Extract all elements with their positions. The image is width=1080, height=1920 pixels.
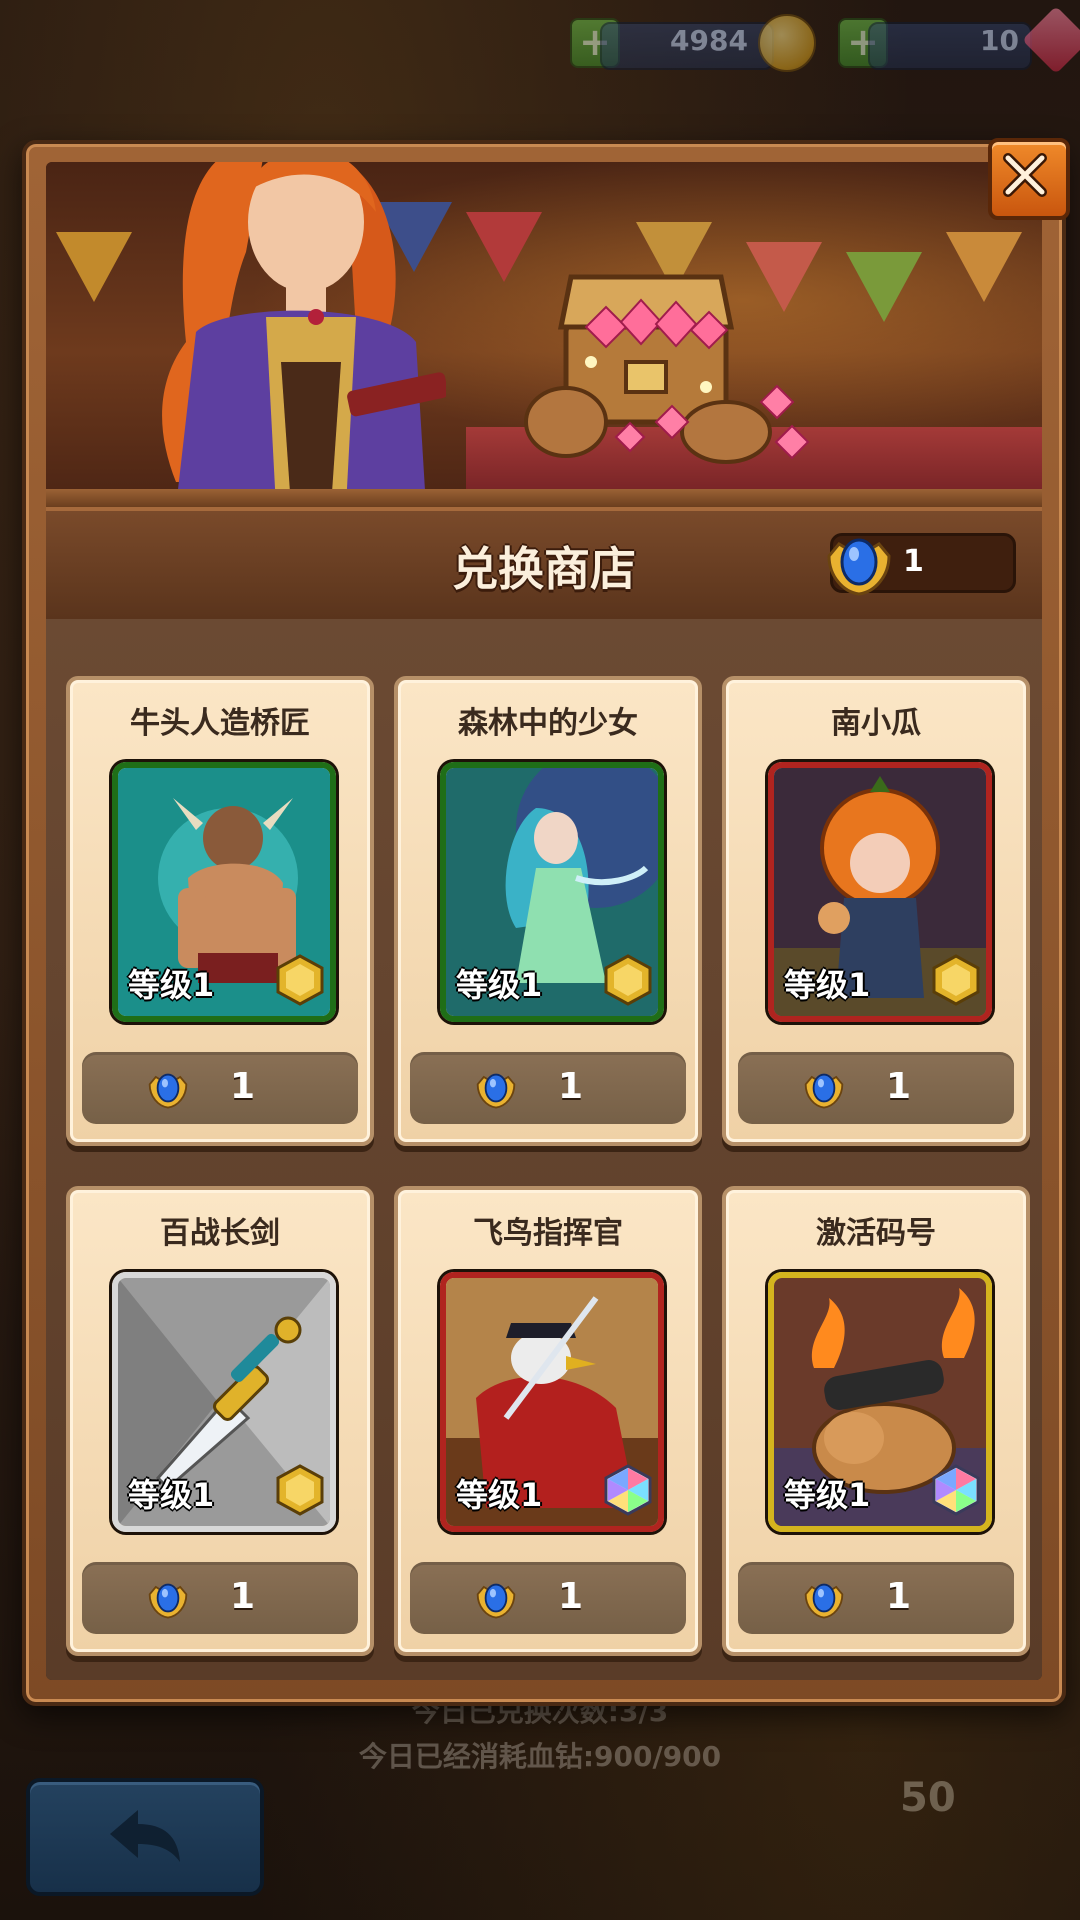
- rarity-badge: [276, 1464, 324, 1520]
- card-price: 1: [230, 1066, 256, 1107]
- price-currency: [802, 1066, 846, 1114]
- blue-badge-icon: [148, 1583, 188, 1619]
- card-price: 1: [886, 1576, 912, 1617]
- bunting-flag: [846, 252, 922, 322]
- shelf-beam: [46, 489, 1042, 507]
- badge-count: 1: [903, 544, 924, 579]
- gold-rarity-icon: [604, 954, 652, 1006]
- buy-button[interactable]: 1: [410, 1562, 686, 1634]
- card-name: 森林中的少女: [458, 706, 638, 741]
- blue-badge-icon: [804, 1583, 844, 1619]
- buy-button[interactable]: 1: [82, 1562, 358, 1634]
- close-icon: [1003, 153, 1047, 197]
- back-arrow-icon: [110, 1810, 180, 1862]
- exchange-shop-modal: 兑换商店 1 牛头人造桥匠 等级1 1 森林中的少女 等级1 1 南小瓜 等级1 1 百战长剑 等级…: [22, 140, 1066, 1706]
- badge-balance: 1: [827, 533, 1016, 596]
- shop-card[interactable]: 激活码号等级1 1: [722, 1186, 1030, 1656]
- card-price: 1: [558, 1066, 584, 1107]
- card-name: 百战长剑: [160, 1216, 280, 1251]
- card-level: 等级1: [128, 966, 215, 1004]
- blue-badge-icon: [476, 1073, 516, 1109]
- card-portrait[interactable]: 等级1: [112, 1272, 336, 1532]
- rarity-badge: [932, 1464, 980, 1520]
- bunting-flag: [946, 232, 1022, 302]
- blue-badge-icon: [827, 538, 891, 596]
- gold-rarity-icon: [276, 1464, 324, 1516]
- buy-button[interactable]: 1: [738, 1562, 1014, 1634]
- gems-value: 10: [980, 24, 1019, 57]
- rarity-badge: [276, 954, 324, 1010]
- card-price: 1: [230, 1576, 256, 1617]
- card-level: 等级1: [784, 966, 871, 1004]
- card-level: 等级1: [784, 1476, 871, 1514]
- blue-badge-icon: [476, 1583, 516, 1619]
- gold-rarity-icon: [276, 954, 324, 1006]
- card-name: 激活码号: [816, 1216, 936, 1251]
- card-name: 南小瓜: [831, 706, 921, 741]
- gold-rarity-icon: [932, 954, 980, 1006]
- coin-icon: [758, 14, 816, 72]
- card-name: 飞鸟指挥官: [473, 1216, 623, 1251]
- shop-card[interactable]: 百战长剑等级1 1: [66, 1186, 374, 1656]
- card-portrait[interactable]: 等级1: [440, 762, 664, 1022]
- rainbow-rarity-icon: [604, 1464, 652, 1516]
- card-level: 等级1: [456, 1476, 543, 1514]
- card-price: 1: [558, 1576, 584, 1617]
- price-currency: [802, 1576, 846, 1624]
- shop-banner: [46, 162, 1042, 507]
- shop-card[interactable]: 牛头人造桥匠 等级1 1: [66, 676, 374, 1146]
- back-button[interactable]: [26, 1778, 264, 1896]
- reward-count: 50: [900, 1775, 956, 1821]
- shop-card[interactable]: 南小瓜等级1 1: [722, 676, 1030, 1146]
- rainbow-rarity-icon: [932, 1464, 980, 1516]
- price-currency: [146, 1066, 190, 1114]
- card-portrait[interactable]: 等级1: [768, 1272, 992, 1532]
- rarity-badge: [604, 1464, 652, 1520]
- buy-button[interactable]: 1: [410, 1052, 686, 1124]
- resource-bar: + 4984 + 10: [570, 6, 1080, 74]
- card-price: 1: [886, 1066, 912, 1107]
- price-currency: [474, 1576, 518, 1624]
- close-button[interactable]: [988, 138, 1070, 220]
- coins-value: 4984: [670, 24, 748, 57]
- price-currency: [474, 1066, 518, 1114]
- card-portrait[interactable]: 等级1: [440, 1272, 664, 1532]
- rarity-badge: [604, 954, 652, 1010]
- card-level: 等级1: [456, 966, 543, 1004]
- blue-badge-icon: [148, 1073, 188, 1109]
- buy-button[interactable]: 1: [82, 1052, 358, 1124]
- rarity-badge: [932, 954, 980, 1010]
- treasure-chest-icon: [524, 274, 810, 464]
- card-portrait[interactable]: 等级1: [112, 762, 336, 1022]
- shopkeeper-icon: [162, 162, 446, 507]
- title-bar: 兑换商店 1: [46, 507, 1042, 623]
- daily-spent-text: 今日已经消耗血钻:900/900: [358, 1740, 722, 1773]
- card-name: 牛头人造桥匠: [130, 706, 310, 741]
- shop-card[interactable]: 飞鸟指挥官等级1 1: [394, 1186, 702, 1656]
- shop-card[interactable]: 森林中的少女 等级1 1: [394, 676, 702, 1146]
- price-currency: [146, 1576, 190, 1624]
- card-level: 等级1: [128, 1476, 215, 1514]
- card-portrait[interactable]: 等级1: [768, 762, 992, 1022]
- blue-badge-icon: [804, 1073, 844, 1109]
- buy-button[interactable]: 1: [738, 1052, 1014, 1124]
